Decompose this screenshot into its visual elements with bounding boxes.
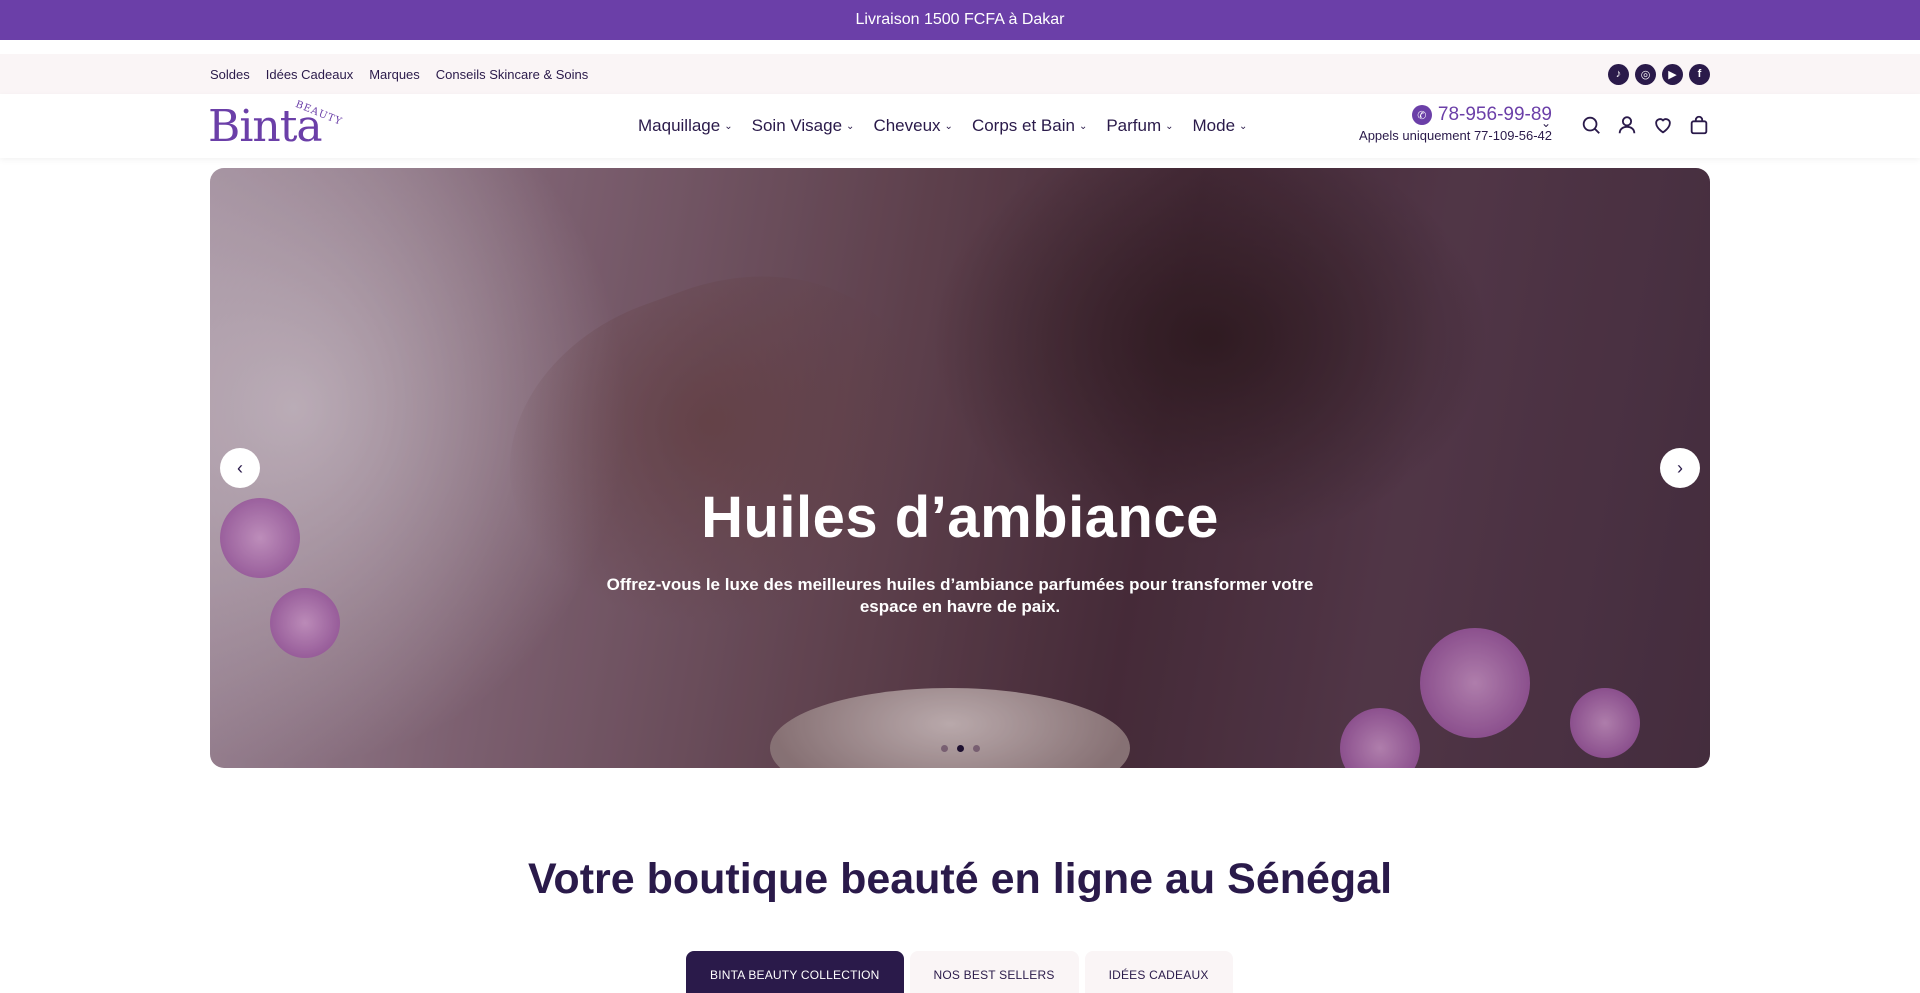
cart-icon[interactable]	[1688, 114, 1710, 141]
carousel-prev-button[interactable]: ‹	[220, 448, 260, 488]
nav-label: Maquillage	[638, 116, 721, 135]
carousel-dot[interactable]	[956, 745, 964, 752]
announcement-text: Livraison 1500 FCFA à Dakar	[855, 11, 1065, 28]
nav-label: Parfum	[1106, 116, 1162, 135]
carousel-dot[interactable]	[940, 745, 948, 752]
account-icon[interactable]	[1616, 114, 1638, 141]
carousel-dot[interactable]	[972, 745, 980, 752]
site-logo[interactable]: Binta BEAUTY	[208, 99, 344, 150]
hero-overlay	[210, 168, 1710, 768]
nav-label: Cheveux	[873, 116, 941, 135]
chevron-left-icon: ‹	[237, 457, 243, 478]
hero-carousel[interactable]: Huiles d’ambiance Offrez-vous le luxe de…	[210, 168, 1710, 768]
utility-link-soldes[interactable]: Soldes	[210, 67, 250, 82]
chevron-right-icon: ›	[1677, 457, 1683, 478]
phone-contact[interactable]: ✆ 78-956-99-89 Appels uniquement 77-109-…	[1332, 104, 1552, 143]
utility-links: Soldes Idées Cadeaux Marques Conseils Sk…	[210, 67, 588, 82]
youtube-icon[interactable]: ▶	[1662, 63, 1683, 85]
chevron-down-icon: ⌄	[724, 120, 733, 132]
facebook-icon[interactable]: f	[1689, 63, 1710, 85]
phone-number: 78-956-99-89	[1437, 104, 1552, 125]
instagram-icon[interactable]: ◎	[1635, 63, 1656, 85]
tiktok-icon[interactable]: ♪	[1608, 63, 1629, 85]
nav-item-mode[interactable]: Mode ⌄	[1193, 116, 1248, 136]
chevron-down-icon: ⌄	[1165, 120, 1174, 132]
phone-note: Appels uniquement 77-109-56-42	[1359, 128, 1552, 143]
tab-binta-beauty-collection[interactable]: BINTA BEAUTY COLLECTION	[686, 951, 904, 993]
nav-label: Mode	[1192, 116, 1236, 135]
carousel-next-button[interactable]: ›	[1660, 448, 1700, 488]
chevron-down-icon: ⌄	[846, 120, 855, 132]
hero-subtitle: Offrez-vous le luxe des meilleures huile…	[606, 575, 1314, 616]
hero-title: Huiles d’ambiance	[701, 485, 1219, 550]
collection-tabs: BINTA BEAUTY COLLECTION NOS BEST SELLERS I…	[686, 951, 1233, 993]
section-title: Votre boutique beauté en ligne au Sénéga…	[527, 855, 1393, 903]
chevron-down-icon: ⌄	[1239, 120, 1248, 132]
utility-bar: Soldes Idées Cadeaux Marques Conseils Sk…	[0, 54, 1920, 94]
tab-id-es-cadeaux[interactable]: IDÉES CADEAUX	[1084, 951, 1233, 993]
utility-link-marques[interactable]: Marques	[369, 67, 420, 82]
nav-item-soin-visage[interactable]: Soin Visage ⌄	[752, 116, 855, 136]
tab-nos-best-sellers[interactable]: NOS BEST SELLERS	[909, 951, 1079, 993]
main-header: Binta BEAUTY Maquillage ⌄ Soin Visage ⌄ …	[0, 94, 1920, 158]
search-icon[interactable]	[1580, 114, 1602, 141]
utility-link-conseils[interactable]: Conseils Skincare & Soins	[436, 67, 588, 82]
whatsapp-icon: ✆	[1411, 105, 1432, 125]
announcement-bar: Livraison 1500 FCFA à Dakar	[0, 0, 1920, 40]
nav-item-corps-et-bain[interactable]: Corps et Bain ⌄	[972, 116, 1087, 136]
nav-label: Corps et Bain	[971, 116, 1075, 135]
utility-link-idees-cadeaux[interactable]: Idées Cadeaux	[266, 67, 353, 82]
nav-item-maquillage[interactable]: Maquillage ⌄	[638, 116, 733, 136]
chevron-down-icon[interactable]: ⌄	[1541, 116, 1551, 130]
nav-label: Soin Visage	[751, 116, 843, 135]
header-icons	[1580, 114, 1710, 141]
nav-item-cheveux[interactable]: Cheveux ⌄	[873, 116, 953, 136]
social-links: ♪ ◎ ▶ f	[1608, 63, 1710, 85]
carousel-dots	[210, 745, 1710, 752]
wishlist-icon[interactable]	[1652, 114, 1674, 141]
main-nav: Maquillage ⌄ Soin Visage ⌄ Cheveux ⌄ Cor…	[638, 94, 1247, 158]
chevron-down-icon: ⌄	[1078, 120, 1088, 132]
chevron-down-icon: ⌄	[944, 120, 953, 132]
nav-item-parfum[interactable]: Parfum ⌄	[1106, 116, 1173, 136]
